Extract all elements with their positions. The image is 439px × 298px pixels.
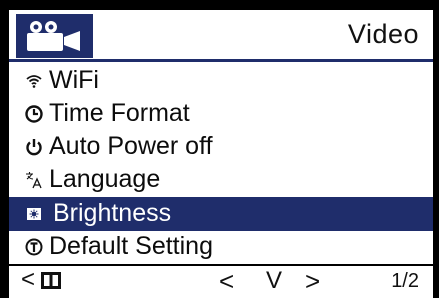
page-title: Video xyxy=(347,19,419,49)
menu-item-wifi[interactable]: WiFi xyxy=(9,64,433,98)
menu-item-brightness[interactable]: Brightness xyxy=(9,197,433,231)
menu-item-label: Brightness xyxy=(53,199,172,227)
video-camera-icon xyxy=(27,21,80,51)
menu-book-icon xyxy=(41,272,61,289)
header-bar: Video xyxy=(9,10,433,58)
back-button[interactable]: < xyxy=(21,266,35,294)
ok-button[interactable]: V xyxy=(266,267,282,295)
menu-item-label: Language xyxy=(49,165,161,193)
menu-item-label: Time Format xyxy=(49,99,190,127)
header-divider xyxy=(9,59,433,62)
menu-item-label: Default Setting xyxy=(49,232,213,260)
clock-icon xyxy=(25,105,43,123)
brightness-icon xyxy=(27,208,41,220)
reset-icon xyxy=(25,238,43,256)
camera-settings-screen: Video WiFi Time Format Auto Power off La… xyxy=(0,0,439,298)
right-button[interactable]: > xyxy=(305,266,320,297)
menu-item-language[interactable]: Language xyxy=(9,163,433,197)
page-indicator: 1/2 xyxy=(391,270,419,292)
power-icon xyxy=(26,139,42,156)
menu-item-label: Auto Power off xyxy=(49,132,213,160)
menu-item-auto-power-off[interactable]: Auto Power off xyxy=(9,130,433,164)
language-icon xyxy=(26,172,42,189)
menu-item-label: WiFi xyxy=(49,66,99,94)
wifi-icon xyxy=(26,75,42,88)
menu-item-time-format[interactable]: Time Format xyxy=(9,97,433,131)
menu-item-default-setting[interactable]: Default Setting xyxy=(9,230,433,264)
footer-bar: < < V > 1/2 xyxy=(9,266,433,298)
video-mode-tab[interactable] xyxy=(16,14,93,58)
left-button[interactable]: < xyxy=(219,266,234,297)
